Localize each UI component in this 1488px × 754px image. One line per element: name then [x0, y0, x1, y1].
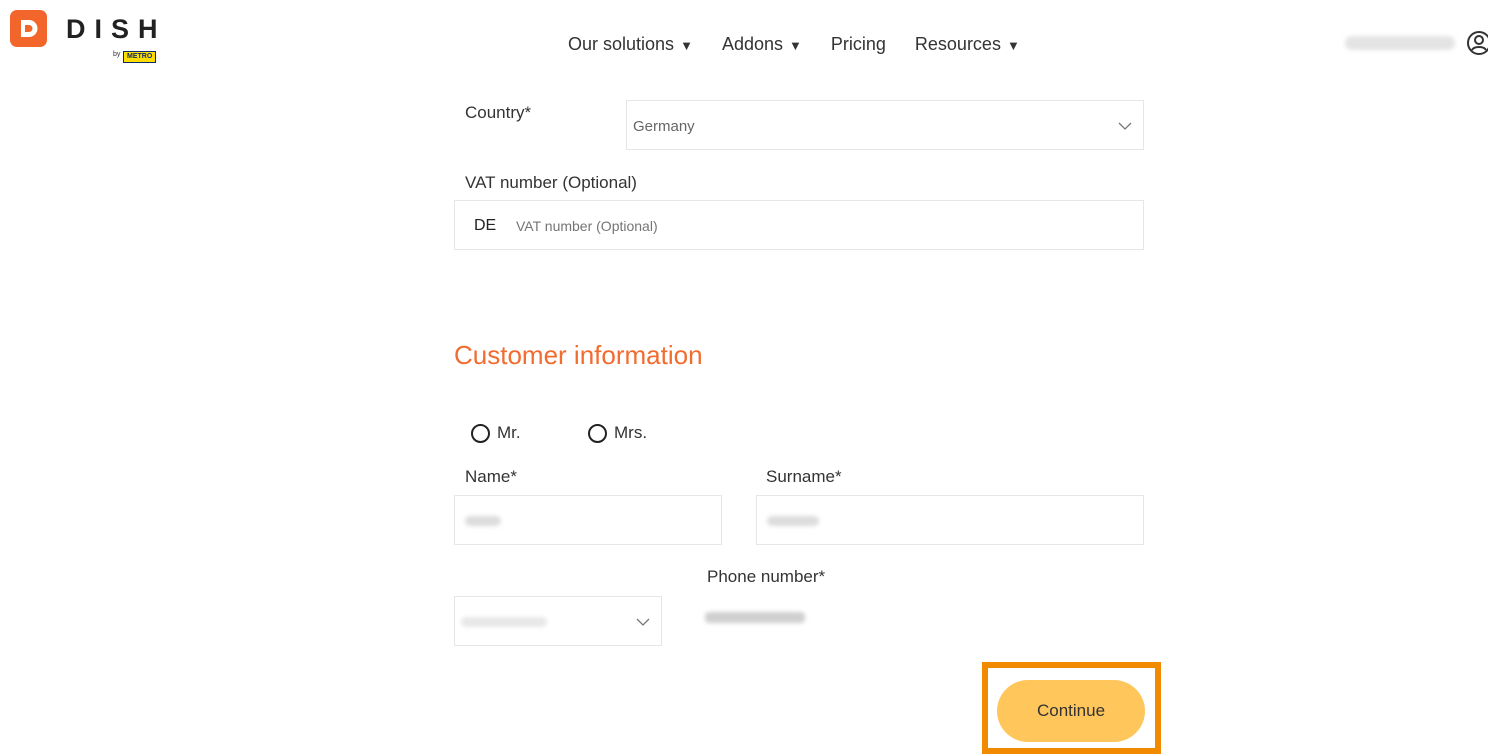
chevron-down-icon: [636, 618, 650, 626]
surname-input[interactable]: [756, 495, 1144, 545]
dish-logo[interactable]: DISH by METRO: [10, 10, 170, 66]
country-label: Country*: [465, 103, 532, 122]
chevron-down-icon: [1118, 122, 1132, 130]
main-nav: Our solutions ▼ Addons ▼ Pricing Resources…: [568, 33, 1049, 57]
brand-name: DISH: [66, 14, 167, 44]
user-circle-icon: [1467, 31, 1488, 55]
nav-label: Our solutions: [568, 34, 675, 54]
dish-logo-mark: [10, 10, 47, 47]
name-label: Name*: [465, 467, 517, 486]
surname-label: Surname*: [766, 467, 842, 486]
phone-number-input[interactable]: [705, 612, 805, 623]
phone-country-redacted: [461, 617, 547, 627]
nav-label: Pricing: [830, 34, 886, 54]
country-select[interactable]: Germany: [626, 100, 1144, 150]
metro-badge: METRO: [123, 51, 157, 63]
nav-resources[interactable]: Resources ▼: [915, 33, 1020, 57]
caret-down-icon: ▼: [789, 38, 802, 53]
caret-down-icon: ▼: [680, 38, 693, 53]
nav-our-solutions[interactable]: Our solutions ▼: [568, 33, 693, 57]
vat-field[interactable]: DE: [454, 200, 1144, 250]
radio-label: Mrs.: [614, 423, 648, 442]
section-title-customer-information: Customer information: [454, 340, 703, 370]
radio-circle: [588, 423, 607, 443]
phone-label: Phone number*: [707, 567, 826, 586]
phone-country-select[interactable]: [454, 596, 662, 646]
radio-label: Mr.: [497, 423, 521, 442]
vat-input[interactable]: [516, 218, 1116, 234]
nav-pricing[interactable]: Pricing: [831, 33, 886, 57]
brand-by: by: [113, 51, 121, 58]
country-value: Germany: [633, 118, 695, 135]
nav-addons[interactable]: Addons ▼: [722, 33, 802, 57]
vat-label: VAT number (Optional): [465, 173, 637, 192]
nav-label: Addons: [721, 34, 783, 54]
nav-label: Resources: [914, 34, 1001, 54]
surname-value-redacted: [767, 516, 819, 526]
caret-down-icon: ▼: [1006, 38, 1020, 53]
radio-circle: [471, 423, 490, 443]
radio-mr[interactable]: Mr.: [471, 423, 521, 443]
continue-button[interactable]: Continue: [997, 680, 1145, 742]
radio-mrs[interactable]: Mrs.: [588, 423, 647, 443]
user-name-redacted: [1345, 36, 1455, 50]
vat-prefix: DE: [474, 217, 497, 234]
name-input[interactable]: [454, 495, 722, 545]
name-value-redacted: [465, 516, 501, 526]
